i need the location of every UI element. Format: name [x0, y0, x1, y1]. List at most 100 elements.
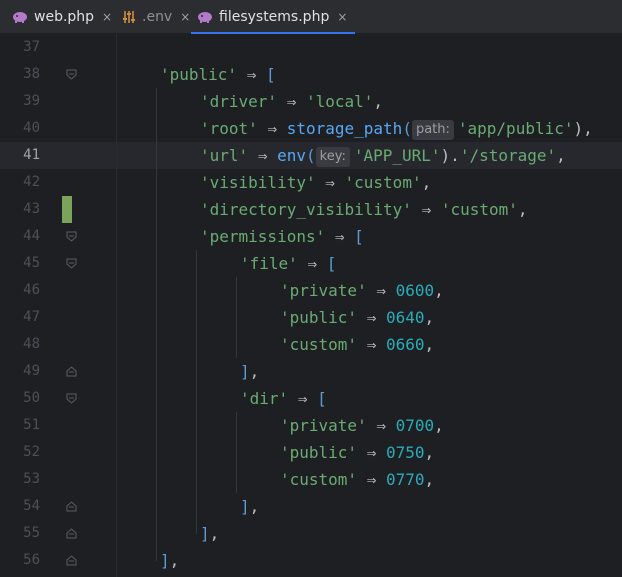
double-arrow: ⇒: [334, 227, 345, 246]
concat-operator: ).: [440, 146, 460, 165]
comma: ,: [209, 524, 220, 543]
line-number: 39: [23, 93, 40, 109]
gutter-separator: [116, 34, 117, 577]
array-key: 'public': [280, 443, 358, 462]
fold-open-icon[interactable]: [66, 258, 77, 269]
fold-open-icon[interactable]: [66, 69, 77, 80]
tab-web-php[interactable]: web.php ×: [12, 0, 112, 34]
comma: ,: [424, 308, 435, 327]
comma: ,: [434, 281, 444, 300]
tab-label: web.php: [34, 9, 95, 25]
array-value: '/storage': [459, 146, 557, 165]
bracket-open: [: [326, 254, 337, 273]
line-number: 55: [23, 525, 40, 541]
bracket-close: ]: [200, 524, 210, 543]
double-arrow: ⇒: [246, 65, 257, 84]
code-line-55: ],: [120, 520, 219, 547]
array-value: 'local': [305, 92, 374, 111]
code-line-42: 'visibility' ⇒ 'custom',: [120, 169, 431, 196]
fold-end-icon[interactable]: [66, 501, 77, 512]
comma: ,: [249, 362, 260, 381]
array-key: 'url': [200, 146, 249, 165]
double-arrow: ⇒: [366, 335, 377, 354]
line-number: 48: [23, 336, 40, 352]
array-key: 'private': [280, 416, 367, 435]
code-line-41: 'url' ⇒ env(key: 'APP_URL').'/storage',: [120, 142, 566, 169]
double-arrow: ⇒: [267, 119, 278, 138]
line-number: 52: [23, 444, 40, 460]
fold-end-icon[interactable]: [66, 528, 77, 539]
double-arrow: ⇒: [286, 92, 297, 111]
bracket-open: [: [354, 227, 364, 246]
close-icon[interactable]: ×: [180, 10, 190, 24]
array-key: 'permissions': [200, 227, 326, 246]
paren-close: ),: [573, 119, 593, 138]
array-value: 'custom': [440, 200, 518, 219]
line-number: 46: [23, 282, 40, 298]
array-value: 'app/public': [457, 119, 574, 138]
vcs-change-marker[interactable]: [62, 196, 72, 223]
env-settings-icon: [122, 10, 136, 24]
comma: ,: [249, 497, 260, 516]
editor-tab-bar: web.php × .env × filesystems.php ×: [0, 0, 622, 35]
code-line-50: 'dir' ⇒ [: [120, 385, 327, 412]
line-number: 42: [23, 174, 40, 190]
code-line-43: 'directory_visibility' ⇒ 'custom',: [120, 196, 528, 223]
array-key: 'custom': [280, 335, 358, 354]
comma: ,: [517, 200, 528, 219]
line-number: 45: [23, 255, 40, 271]
double-arrow: ⇒: [366, 308, 377, 327]
line-number: 51: [23, 417, 40, 433]
double-arrow: ⇒: [297, 389, 308, 408]
line-number: 50: [23, 390, 40, 406]
bracket-open: [: [317, 389, 327, 408]
code-line-52: 'public' ⇒ 0750,: [120, 439, 434, 466]
octal-value: 0640: [385, 308, 425, 327]
array-key: 'visibility': [200, 173, 316, 192]
function-name: env: [277, 146, 306, 165]
bracket-close: ]: [240, 362, 250, 381]
code-line-45: 'file' ⇒ [: [120, 250, 336, 277]
code-line-40: 'root' ⇒ storage_path(path:'app/public')…: [120, 115, 593, 142]
bracket-close: ]: [240, 497, 250, 516]
code-line-47: 'public' ⇒ 0640,: [120, 304, 434, 331]
array-key: 'custom': [280, 470, 358, 489]
tab-env[interactable]: .env ×: [122, 0, 190, 34]
code-line-48: 'custom' ⇒ 0660,: [120, 331, 434, 358]
fold-open-icon[interactable]: [66, 231, 77, 242]
array-key: 'root': [200, 119, 258, 138]
code-line-49: ],: [120, 358, 259, 385]
double-arrow: ⇒: [376, 281, 386, 300]
line-number: 43: [23, 201, 40, 217]
double-arrow: ⇒: [257, 146, 268, 165]
fold-end-icon[interactable]: [66, 366, 77, 377]
close-icon[interactable]: ×: [102, 10, 112, 24]
array-key: 'driver': [200, 92, 278, 111]
paren-open: (: [306, 146, 316, 165]
tab-label: .env: [142, 9, 173, 25]
line-number: 38: [23, 66, 40, 82]
comma: ,: [434, 416, 444, 435]
code-line-54: ],: [120, 493, 259, 520]
code-line-56: ],: [120, 547, 179, 574]
array-key: 'public': [160, 65, 238, 84]
array-key: 'private': [280, 281, 367, 300]
code-editor[interactable]: 37 38 39 40 41 42 43 44 45 46 47 48 49 5…: [0, 34, 622, 577]
comma: ,: [556, 146, 566, 165]
php-elephant-icon: [197, 11, 213, 23]
fold-open-icon[interactable]: [66, 393, 77, 404]
fold-end-icon[interactable]: [66, 555, 77, 566]
octal-value: 0770: [385, 470, 425, 489]
array-value: 'APP_URL': [353, 146, 441, 165]
array-value: 'custom': [344, 173, 422, 192]
code-line-53: 'custom' ⇒ 0770,: [120, 466, 434, 493]
tab-filesystems-php[interactable]: filesystems.php ×: [191, 0, 356, 35]
close-icon[interactable]: ×: [337, 10, 347, 24]
comma: ,: [424, 470, 435, 489]
parameter-hint: key:: [315, 147, 350, 167]
line-number: 56: [23, 552, 40, 568]
line-number: 49: [23, 363, 40, 379]
octal-value: 0700: [395, 416, 435, 435]
comma: ,: [421, 173, 432, 192]
line-number-current: 41: [23, 147, 40, 163]
